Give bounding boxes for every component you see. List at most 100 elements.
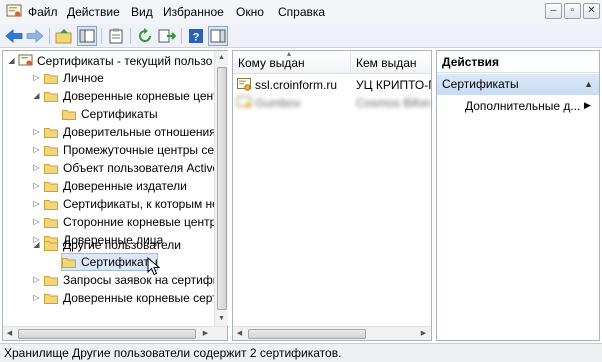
folder-icon	[62, 258, 76, 268]
tree-item-smart-card-trusted-roots[interactable]: ▷ Доверенные корневые сертиф	[3, 290, 215, 307]
tree-item-other-people[interactable]: ◢ Другие пользователи	[3, 237, 215, 254]
tree-item-untrusted-certificates[interactable]: ▷ Сертификаты, к которым нет	[3, 196, 215, 213]
export-icon	[158, 29, 176, 43]
column-header-label: Кем выдан	[356, 56, 417, 70]
column-header-label: Кому выдан	[238, 56, 305, 70]
tree-item-certificate-enrollment-requests[interactable]: ▷ Запросы заявок на сертифик	[3, 272, 215, 289]
folder-icon	[44, 128, 58, 138]
forward-button[interactable]	[25, 26, 45, 46]
tree-item-label: Доверенные корневые сертиф	[63, 291, 215, 305]
certificate-icon	[237, 78, 251, 91]
scroll-left-icon[interactable]: ◀	[233, 327, 246, 341]
folder-icon	[44, 182, 58, 192]
certificate-console-icon	[6, 4, 22, 17]
export-list-button[interactable]	[157, 26, 177, 46]
status-text: Хранилище Другие пользователи содержит 2…	[4, 346, 342, 360]
toolbar-separator	[130, 28, 131, 44]
expanded-arrow-icon[interactable]: ◢	[32, 240, 41, 250]
folder-icon	[44, 218, 58, 228]
sort-ascending-icon: ▴	[287, 51, 292, 58]
folder-icon	[44, 276, 58, 286]
expanded-arrow-icon[interactable]: ◢	[32, 91, 41, 101]
folder-up-icon	[55, 29, 72, 44]
show-action-pane-button[interactable]	[208, 26, 228, 46]
scrollbar-thumb[interactable]	[18, 329, 196, 339]
tree-item-other-people-certificates[interactable]: Сертификаты	[3, 254, 215, 271]
menu-view[interactable]: Вид	[131, 5, 153, 19]
more-actions-item[interactable]: Дополнительные д...	[465, 99, 580, 113]
tree-item-label: Доверенные издатели	[63, 179, 187, 193]
menu-action[interactable]: Действие	[67, 5, 120, 19]
scroll-left-icon[interactable]: ◀	[3, 327, 16, 341]
tree-horizontal-scrollbar[interactable]: ◀ ▶	[3, 326, 227, 340]
tree-item-enterprise-trust[interactable]: ▷ Доверительные отношения в	[3, 124, 215, 141]
tree-item-third-party-root-ca[interactable]: ▷ Сторонние корневые центры	[3, 214, 215, 231]
collapsed-arrow-icon[interactable]: ▷	[32, 293, 41, 303]
tree-vertical-scrollbar[interactable]: ▲ ▼	[214, 51, 228, 326]
forward-arrow-icon	[26, 29, 44, 43]
tree-item-trusted-root-ca[interactable]: ◢ Доверенные корневые центр	[3, 88, 215, 105]
back-button[interactable]	[4, 26, 24, 46]
menu-help[interactable]: Справка	[278, 5, 325, 19]
action-pane-icon	[210, 29, 226, 43]
collapsed-arrow-icon[interactable]: ▷	[32, 127, 41, 137]
tree-item-personal[interactable]: ▷ Личное	[3, 70, 215, 87]
menu-favorites[interactable]: Избранное	[163, 5, 224, 19]
collapsed-arrow-icon[interactable]: ▷	[32, 199, 41, 209]
show-console-tree-button[interactable]	[77, 26, 97, 46]
menu-bar: Файл Действие Вид Избранное Окно Справка…	[0, 0, 602, 24]
minimize-button[interactable]: ‒	[545, 3, 562, 19]
scroll-down-icon[interactable]: ▼	[215, 312, 228, 326]
folder-open-icon	[44, 92, 58, 102]
list-item[interactable]: Gumbov Cosmos Bifondo	[233, 94, 431, 112]
tree-item-active-directory-user-object[interactable]: ▷ Объект пользователя Active D	[3, 160, 215, 177]
restore-button[interactable]: ▫	[564, 3, 581, 19]
collapsed-arrow-icon[interactable]: ▷	[32, 275, 41, 285]
console-tree-icon	[79, 29, 95, 43]
tree-root[interactable]: ◢ Сертификаты - текущий пользо	[3, 53, 215, 70]
list-item[interactable]: ssl.croinform.ru УЦ КРИПТО-П	[233, 76, 431, 94]
minimize-icon: ‒	[550, 5, 557, 16]
tree-item-label: Запросы заявок на сертифик	[63, 273, 215, 287]
issued-to-cell: ssl.croinform.ru	[255, 79, 338, 92]
tree-item-trusted-publishers[interactable]: ▷ Доверенные издатели	[3, 178, 215, 195]
help-button[interactable]: ?	[186, 26, 206, 46]
column-header-issued-by[interactable]: Кем выдан	[351, 51, 431, 74]
tree-item-label: Сертификаты	[81, 107, 158, 121]
actions-section-certificates[interactable]: Сертификаты ▲	[437, 74, 599, 95]
scrollbar-thumb[interactable]	[248, 329, 366, 339]
issued-by-cell: УЦ КРИПТО-П	[356, 79, 431, 92]
scroll-up-icon[interactable]: ▲	[215, 51, 228, 65]
collapsed-arrow-icon[interactable]: ▷	[32, 217, 41, 227]
menu-file[interactable]: Файл	[28, 5, 58, 19]
submenu-arrow-icon[interactable]: ▶	[584, 100, 591, 111]
certificate-list-pane: Кому выдан ▴ Кем выдан ssl.croinform.ru …	[232, 50, 432, 341]
tree-item-label: Объект пользователя Active D	[63, 161, 215, 175]
issued-by-cell: Cosmos Bifondo	[356, 97, 431, 110]
scroll-right-icon[interactable]: ▶	[199, 327, 212, 341]
collapsed-arrow-icon[interactable]: ▷	[32, 163, 41, 173]
collapsed-arrow-icon[interactable]: ▷	[32, 73, 41, 83]
collapsed-arrow-icon[interactable]: ▷	[32, 181, 41, 191]
clipboard-icon	[109, 28, 123, 44]
tree-root-label: Сертификаты - текущий пользо	[37, 54, 213, 68]
restore-icon: ▫	[570, 5, 575, 16]
folder-icon	[44, 164, 58, 174]
collapse-up-icon[interactable]: ▲	[584, 74, 593, 95]
tree-item-trusted-root-certificates[interactable]: Сертификаты	[3, 106, 215, 123]
expanded-arrow-icon[interactable]: ◢	[7, 56, 16, 66]
scroll-right-icon[interactable]: ▶	[417, 327, 430, 341]
refresh-button[interactable]	[135, 26, 155, 46]
menu-window[interactable]: Окно	[236, 5, 264, 19]
up-level-button[interactable]	[54, 26, 74, 46]
more-actions-label: Дополнительные д...	[465, 99, 581, 113]
tree-item-intermediate-ca[interactable]: ▷ Промежуточные центры серт	[3, 142, 215, 159]
collapsed-arrow-icon[interactable]: ▷	[32, 145, 41, 155]
toolbar-separator	[101, 28, 102, 44]
properties-button[interactable]	[106, 26, 126, 46]
list-horizontal-scrollbar[interactable]: ◀ ▶	[233, 326, 431, 340]
close-button[interactable]: ✕	[583, 3, 600, 19]
scrollbar-thumb[interactable]	[217, 67, 227, 310]
column-header-issued-to[interactable]: Кому выдан ▴	[233, 51, 351, 74]
tree-item-label: Доверенные корневые центр	[63, 89, 215, 103]
